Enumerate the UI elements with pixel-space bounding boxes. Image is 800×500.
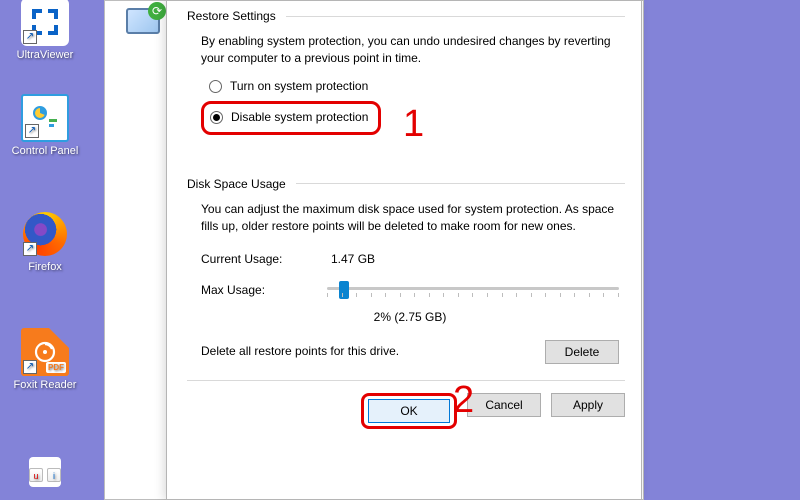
dialog-action-row: OK Cancel Apply — [187, 393, 625, 429]
ultraviewer-icon: ↗ — [21, 0, 69, 46]
disk-space-title: Disk Space Usage — [187, 177, 286, 191]
desktop-icon-control-panel[interactable]: ↗ Control Panel — [6, 94, 84, 157]
unikey-icon: ui — [21, 448, 69, 496]
max-usage-readout: 2% (2.75 GB) — [201, 309, 619, 326]
firefox-icon: ↗ — [21, 210, 69, 258]
restore-settings-title: Restore Settings — [187, 9, 276, 23]
desktop-icon-label: Foxit Reader — [6, 379, 84, 391]
radio-label: Turn on system protection — [230, 78, 368, 95]
shortcut-arrow-icon: ↗ — [23, 242, 37, 256]
desktop-icon-foxit-reader[interactable]: PDF ↗ Foxit Reader — [6, 328, 84, 391]
annotation-highlight-box: Disable system protection — [201, 101, 381, 134]
slider-track — [327, 287, 619, 290]
delete-button[interactable]: Delete — [545, 340, 619, 364]
control-panel-icon: ↗ — [21, 94, 69, 142]
shortcut-arrow-icon: ↗ — [23, 30, 37, 44]
divider — [296, 183, 625, 184]
desktop-icon-ultraviewer[interactable]: ↗ UltraViewer — [6, 0, 84, 61]
system-protection-hero-icon — [119, 0, 167, 43]
restore-settings-section-header: Restore Settings — [187, 9, 625, 23]
radio-label: Disable system protection — [231, 109, 368, 126]
radio-icon — [210, 111, 223, 124]
disk-space-description: You can adjust the maximum disk space us… — [201, 201, 619, 236]
foxit-reader-icon: PDF ↗ — [21, 328, 69, 376]
apply-button[interactable]: Apply — [551, 393, 625, 417]
desktop-icon-label: UltraViewer — [6, 49, 84, 61]
shortcut-arrow-icon: ↗ — [25, 124, 39, 138]
current-usage-label: Current Usage: — [201, 251, 301, 268]
restore-settings-description: By enabling system protection, you can u… — [201, 33, 619, 68]
divider — [187, 380, 625, 381]
desktop-icon-unikey[interactable]: ui — [6, 448, 84, 499]
radio-turn-on-protection[interactable]: Turn on system protection — [209, 78, 619, 95]
divider — [286, 16, 625, 17]
radio-icon — [209, 80, 222, 93]
delete-restore-points-text: Delete all restore points for this drive… — [201, 343, 399, 360]
system-protection-dialog: Restore Settings By enabling system prot… — [166, 0, 642, 500]
desktop-icon-firefox[interactable]: ↗ Firefox — [6, 210, 84, 273]
cancel-button[interactable]: Cancel — [467, 393, 541, 417]
radio-disable-protection[interactable]: Disable system protection — [210, 109, 368, 126]
max-usage-slider[interactable] — [327, 279, 619, 303]
current-usage-value: 1.47 GB — [331, 251, 375, 268]
slider-ticks — [327, 293, 619, 297]
max-usage-label: Max Usage: — [201, 282, 301, 299]
desktop-icon-label: Control Panel — [6, 145, 84, 157]
ok-button[interactable]: OK — [368, 399, 450, 423]
annotation-highlight-box: OK — [361, 393, 457, 429]
desktop-icon-label: Firefox — [6, 261, 84, 273]
disk-space-section-header: Disk Space Usage — [187, 177, 625, 191]
